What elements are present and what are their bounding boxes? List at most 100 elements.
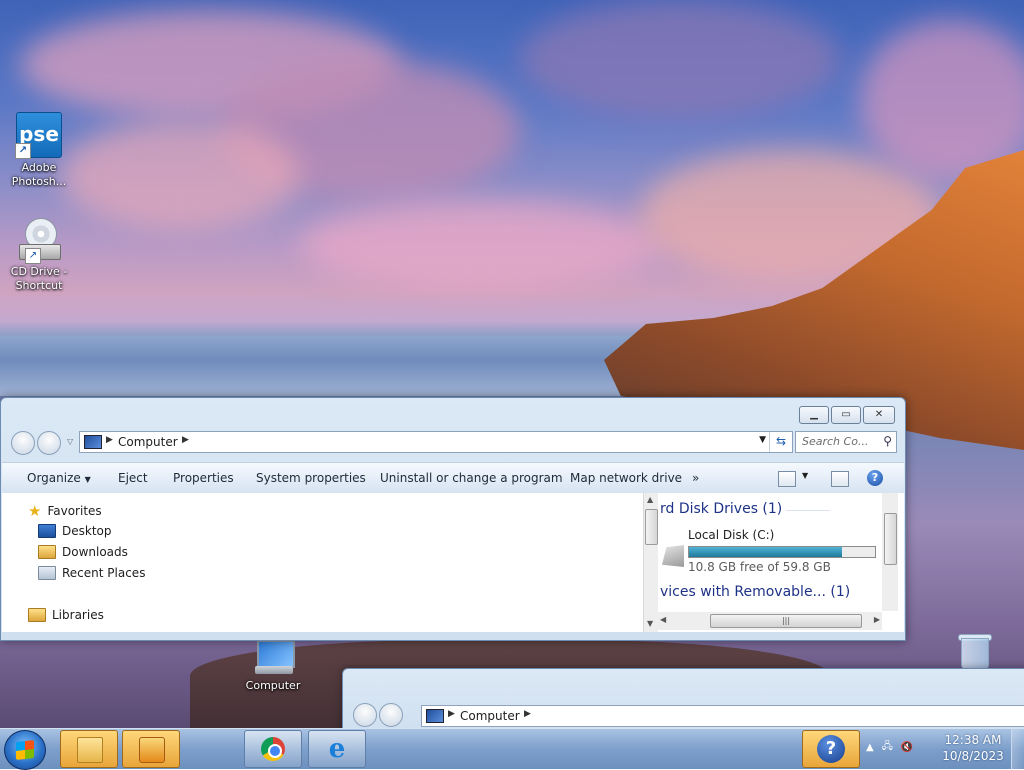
breadcrumb-arrow-icon[interactable]: ▶: [106, 435, 113, 445]
view-options-dropdown-icon[interactable]: ▼: [802, 471, 808, 480]
hard-disk-drives-group[interactable]: rd Disk Drives (1): [660, 501, 782, 517]
breadcrumb-arrow-icon[interactable]: ▶: [448, 709, 455, 719]
show-hidden-icons-icon[interactable]: ▲: [866, 742, 874, 753]
search-icon: ⚲: [883, 434, 892, 448]
chevron-down-icon: ▼: [84, 475, 91, 484]
cloud: [520, 0, 840, 120]
breadcrumb-computer[interactable]: Computer: [118, 435, 178, 449]
drives-pane-horizontal-scrollbar[interactable]: ◀ ||| ▶: [658, 612, 882, 630]
drive-usage-fill: [689, 547, 842, 557]
breadcrumb-arrow-icon[interactable]: ▶: [182, 435, 189, 445]
help-icon: ?: [817, 735, 845, 763]
nav-favorites[interactable]: ★ Favorites: [28, 502, 102, 520]
nav-recent-places[interactable]: Recent Places: [38, 566, 145, 580]
eject-button[interactable]: Eject: [118, 471, 148, 485]
uninstall-program-button[interactable]: Uninstall or change a program: [380, 471, 563, 485]
refresh-icon[interactable]: ⇆: [769, 432, 792, 452]
help-icon[interactable]: ?: [867, 470, 883, 486]
taskbar-explorer-button[interactable]: [60, 730, 118, 768]
breadcrumb-computer[interactable]: Computer: [460, 709, 520, 723]
desktop-icon-cd-drive[interactable]: ↗ CD Drive - Shortcut: [4, 218, 74, 293]
more-commands-button[interactable]: »: [692, 471, 699, 485]
maximize-button[interactable]: ▭: [831, 406, 861, 424]
properties-button[interactable]: Properties: [173, 471, 234, 485]
volume-muted-icon[interactable]: 🔇: [901, 742, 913, 753]
close-button[interactable]: ✕: [863, 406, 895, 424]
star-icon: ★: [28, 502, 42, 520]
back-button[interactable]: [11, 431, 35, 455]
navigation-pane-scrollbar[interactable]: ▲ ▼: [643, 493, 658, 632]
recent-places-icon: [38, 566, 56, 580]
preview-pane-icon[interactable]: [831, 471, 849, 487]
scroll-thumb[interactable]: [645, 509, 658, 545]
recycle-bin-icon[interactable]: [957, 632, 992, 670]
taskbar-help-button[interactable]: ?: [802, 730, 860, 768]
nav-libraries[interactable]: Libraries: [28, 608, 104, 622]
libraries-folder-icon: [28, 608, 46, 622]
address-bar[interactable]: ▶ Computer ▶ ▼ ⇆: [79, 431, 793, 453]
organize-button[interactable]: Organize ▼: [27, 471, 91, 485]
system-properties-button[interactable]: System properties: [256, 471, 366, 485]
computer-icon: [426, 709, 444, 723]
nav-desktop[interactable]: Desktop: [38, 524, 112, 538]
computer-icon: [251, 640, 295, 676]
address-bar[interactable]: ▶ Computer ▶: [421, 705, 1024, 727]
desktop-icon-label: Adobe Photosh...: [11, 161, 67, 188]
downloads-folder-icon: [38, 545, 56, 559]
clock-time: 12:38 AM: [944, 733, 1002, 747]
desktop-icon-label: CD Drive - Shortcut: [10, 265, 68, 292]
nav-buttons: [353, 703, 405, 727]
desktop-icon: [38, 524, 56, 538]
shortcut-arrow-icon: ↗: [25, 248, 41, 264]
navigation-bar: ▽ ▶ Computer ▶ ▼ ⇆ Search Co... ⚲: [9, 431, 897, 455]
desktop-icon-computer[interactable]: Computer: [238, 640, 308, 693]
cloud: [60, 120, 300, 230]
recent-pages-dropdown[interactable]: ▽: [67, 437, 73, 446]
drive-usage-bar: [688, 546, 876, 558]
drives-pane-vertical-scrollbar[interactable]: [882, 493, 898, 611]
search-input[interactable]: Search Co...: [802, 435, 868, 448]
media-player-icon: [139, 737, 165, 763]
desktop-icon-photoshop[interactable]: pse ↗ Adobe Photosh...: [4, 112, 74, 189]
system-tray: ▲ 🖧 🔇: [866, 739, 913, 756]
group-divider: [786, 510, 830, 511]
clock[interactable]: 12:38 AM 10/8/2023: [940, 732, 1006, 764]
search-box[interactable]: Search Co... ⚲: [795, 431, 897, 453]
folder-icon: [77, 737, 103, 763]
computer-icon: [84, 435, 102, 449]
forward-button[interactable]: [37, 431, 61, 455]
internet-explorer-icon: e: [328, 734, 346, 764]
window-caption-buttons: ▁ ▭ ✕: [799, 406, 895, 424]
drive-name[interactable]: Local Disk (C:): [688, 528, 774, 542]
explorer-window[interactable]: ▁ ▭ ✕ ▽ ▶ Computer ▶ ▼ ⇆ Search Co... ⚲ …: [0, 397, 906, 641]
change-view-icon[interactable]: [778, 471, 796, 487]
taskbar-ie-button[interactable]: e: [308, 730, 366, 768]
network-icon[interactable]: 🖧: [882, 739, 893, 756]
show-desktop-button[interactable]: [1011, 729, 1024, 769]
local-disk-icon[interactable]: [662, 545, 684, 567]
clock-date: 10/8/2023: [942, 749, 1004, 763]
address-dropdown-icon[interactable]: ▼: [759, 435, 766, 445]
drive-free-space: 10.8 GB free of 59.8 GB: [688, 560, 831, 574]
scroll-thumb[interactable]: |||: [710, 614, 862, 628]
forward-button[interactable]: [379, 703, 403, 727]
taskbar: e ? ▲ 🖧 🔇 12:38 AM 10/8/2023: [0, 728, 1024, 770]
desktop-icon-label: Computer: [245, 679, 301, 692]
breadcrumb-arrow-icon[interactable]: ▶: [524, 709, 531, 719]
scroll-up-icon[interactable]: ▲: [647, 495, 653, 504]
map-network-drive-button[interactable]: Map network drive: [570, 471, 682, 485]
scroll-down-icon[interactable]: ▼: [647, 619, 653, 628]
back-button[interactable]: [353, 703, 377, 727]
scroll-thumb[interactable]: [884, 513, 897, 565]
nav-downloads[interactable]: Downloads: [38, 545, 128, 559]
explorer-content: ★ Favorites Desktop Downloads Recent Pla…: [2, 493, 904, 632]
scroll-right-icon[interactable]: ▶: [874, 615, 880, 624]
taskbar-chrome-button[interactable]: [244, 730, 302, 768]
start-button[interactable]: [4, 730, 46, 770]
removable-storage-group[interactable]: vices with Removable... (1): [660, 584, 850, 600]
minimize-button[interactable]: ▁: [799, 406, 829, 424]
navigation-pane: ★ Favorites Desktop Downloads Recent Pla…: [2, 493, 642, 632]
taskbar-media-player-button[interactable]: [122, 730, 180, 768]
cloud: [860, 20, 1024, 180]
scroll-left-icon[interactable]: ◀: [660, 615, 666, 624]
